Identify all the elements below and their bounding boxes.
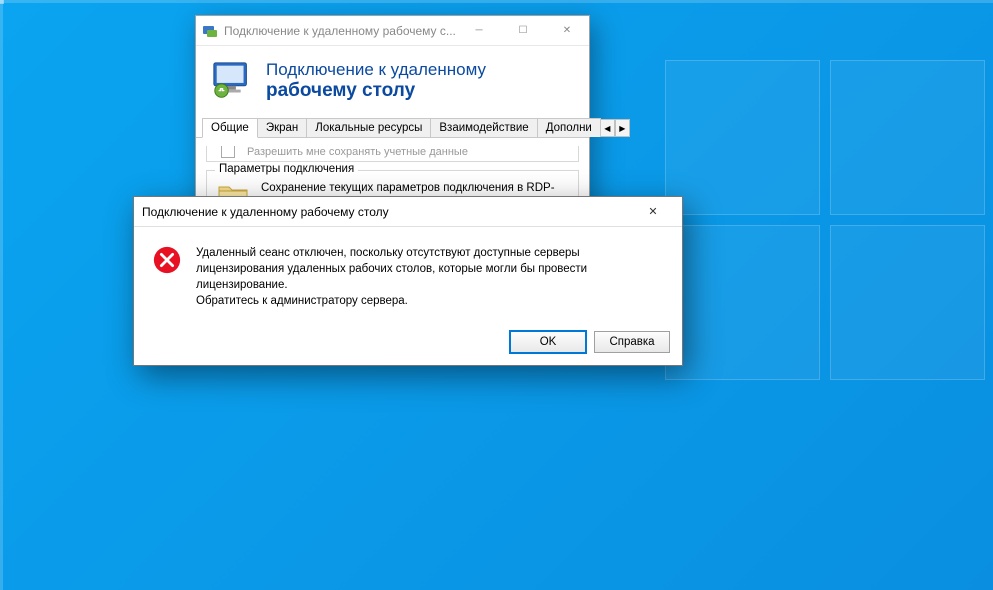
- dialog-help-button[interactable]: Справка: [594, 331, 670, 353]
- dialog-close-button[interactable]: ✕: [632, 198, 674, 226]
- error-icon: [152, 245, 182, 275]
- dialog-msg-line1: Удаленный сеанс отключен, поскольку отсу…: [196, 245, 664, 293]
- group-legend: Параметры подключения: [215, 163, 358, 175]
- tab-general[interactable]: Общие: [202, 118, 258, 138]
- dialog-title: Подключение к удаленному рабочему столу: [142, 205, 389, 219]
- tab-display[interactable]: Экран: [257, 118, 307, 137]
- header-text: Подключение к удаленному рабочему столу: [266, 60, 486, 102]
- banner-line1: Подключение к удаленному: [266, 60, 486, 80]
- tab-scroll-right[interactable]: ▶: [615, 119, 630, 137]
- error-dialog: Подключение к удаленному рабочему столу …: [133, 196, 683, 366]
- tab-advanced[interactable]: Дополни: [537, 118, 601, 137]
- rdp-monitor-icon: [210, 58, 256, 104]
- tab-strip: Общие Экран Локальные ресурсы Взаимодейс…: [196, 114, 589, 138]
- app-icon: [202, 23, 218, 39]
- window-title: Подключение к удаленному рабочему с...: [224, 24, 457, 38]
- tab-experience[interactable]: Взаимодействие: [430, 118, 537, 137]
- save-credentials-checkbox-partial[interactable]: Разрешить мне сохранять учетные данные: [206, 146, 579, 162]
- minimize-button[interactable]: ─: [457, 16, 501, 46]
- titlebar[interactable]: Подключение к удаленному рабочему с... ─…: [196, 16, 589, 46]
- ok-button[interactable]: OK: [510, 331, 586, 353]
- tab-scroll-left[interactable]: ◀: [600, 119, 615, 137]
- dialog-titlebar[interactable]: Подключение к удаленному рабочему столу …: [134, 197, 682, 227]
- banner-line2: рабочему столу: [266, 80, 486, 102]
- header-banner: Подключение к удаленному рабочему столу: [196, 46, 589, 114]
- close-button[interactable]: ✕: [545, 16, 589, 46]
- maximize-button[interactable]: ☐: [501, 16, 545, 46]
- dialog-message: Удаленный сеанс отключен, поскольку отсу…: [196, 245, 664, 309]
- tab-local-resources[interactable]: Локальные ресурсы: [306, 118, 431, 137]
- dialog-msg-line2: Обратитесь к администратору сервера.: [196, 293, 664, 309]
